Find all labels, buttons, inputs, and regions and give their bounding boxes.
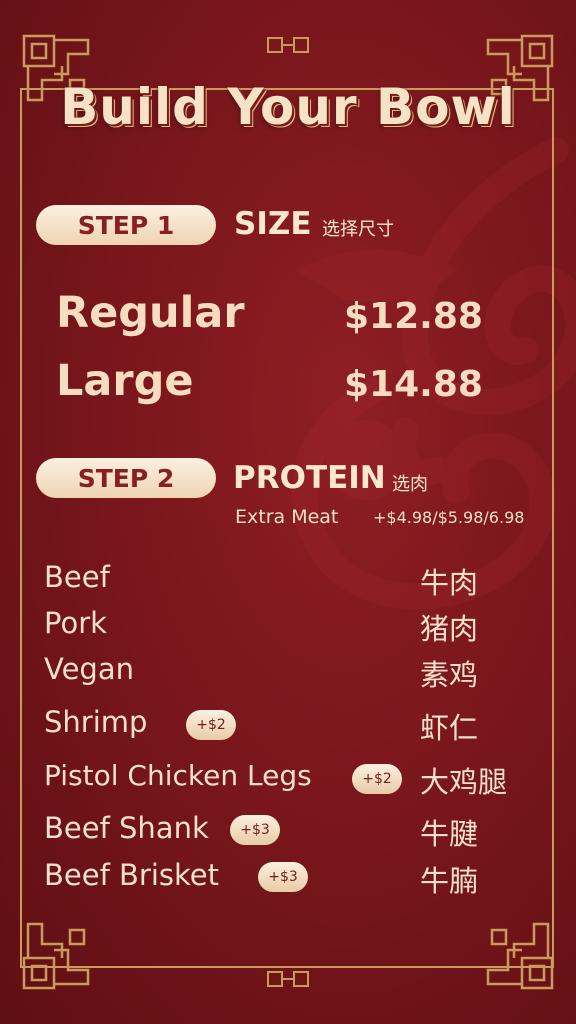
step2-title: PROTEIN (233, 460, 386, 496)
chinese-knot-corner-icon (18, 904, 108, 994)
ornament-top-icon (266, 36, 310, 58)
protein-chicken-cn: 大鸡腿 (420, 765, 508, 799)
step1-pill: STEP 1 (36, 205, 216, 245)
protein-shank-cn: 牛腱 (420, 817, 479, 851)
protein-pistol-chicken-legs: Pistol Chicken Legs (44, 759, 312, 792)
size-name-large: Large (56, 356, 194, 406)
extra-meat-label: Extra Meat (235, 506, 339, 528)
extra-meat-price: +$4.98/$5.98/6.98 (373, 508, 525, 527)
protein-beef-brisket: Beef Brisket (44, 858, 219, 892)
protein-shrimp: Shrimp (44, 705, 148, 739)
protein-vegan: Vegan (44, 652, 134, 686)
protein-shrimp-cn: 虾仁 (420, 711, 479, 745)
protein-brisket-cn: 牛腩 (420, 864, 479, 898)
chinese-knot-corner-icon (468, 904, 558, 994)
size-name-regular: Regular (56, 288, 245, 338)
upcharge-badge-shank: +$3 (230, 815, 280, 845)
step1-title-cn: 选择尺寸 (322, 219, 394, 240)
ornament-bottom-icon (266, 966, 310, 988)
size-price-large: $14.88 (344, 364, 483, 405)
upcharge-badge-shrimp: +$2 (186, 710, 236, 740)
upcharge-badge-brisket: +$3 (258, 862, 308, 892)
step2-title-cn: 选肉 (392, 474, 428, 495)
upcharge-badge-chicken: +$2 (352, 764, 402, 794)
protein-vegan-cn: 素鸡 (420, 658, 479, 692)
size-price-regular: $12.88 (344, 296, 483, 337)
protein-beef-shank: Beef Shank (44, 811, 209, 845)
protein-beef: Beef (44, 560, 110, 594)
step2-pill: STEP 2 (36, 458, 216, 498)
page-title: Build Your Bowl (60, 78, 516, 136)
step1-title: SIZE (234, 206, 312, 242)
protein-pork-cn: 猪肉 (420, 612, 479, 646)
protein-beef-cn: 牛肉 (420, 566, 479, 600)
protein-pork: Pork (44, 606, 107, 640)
